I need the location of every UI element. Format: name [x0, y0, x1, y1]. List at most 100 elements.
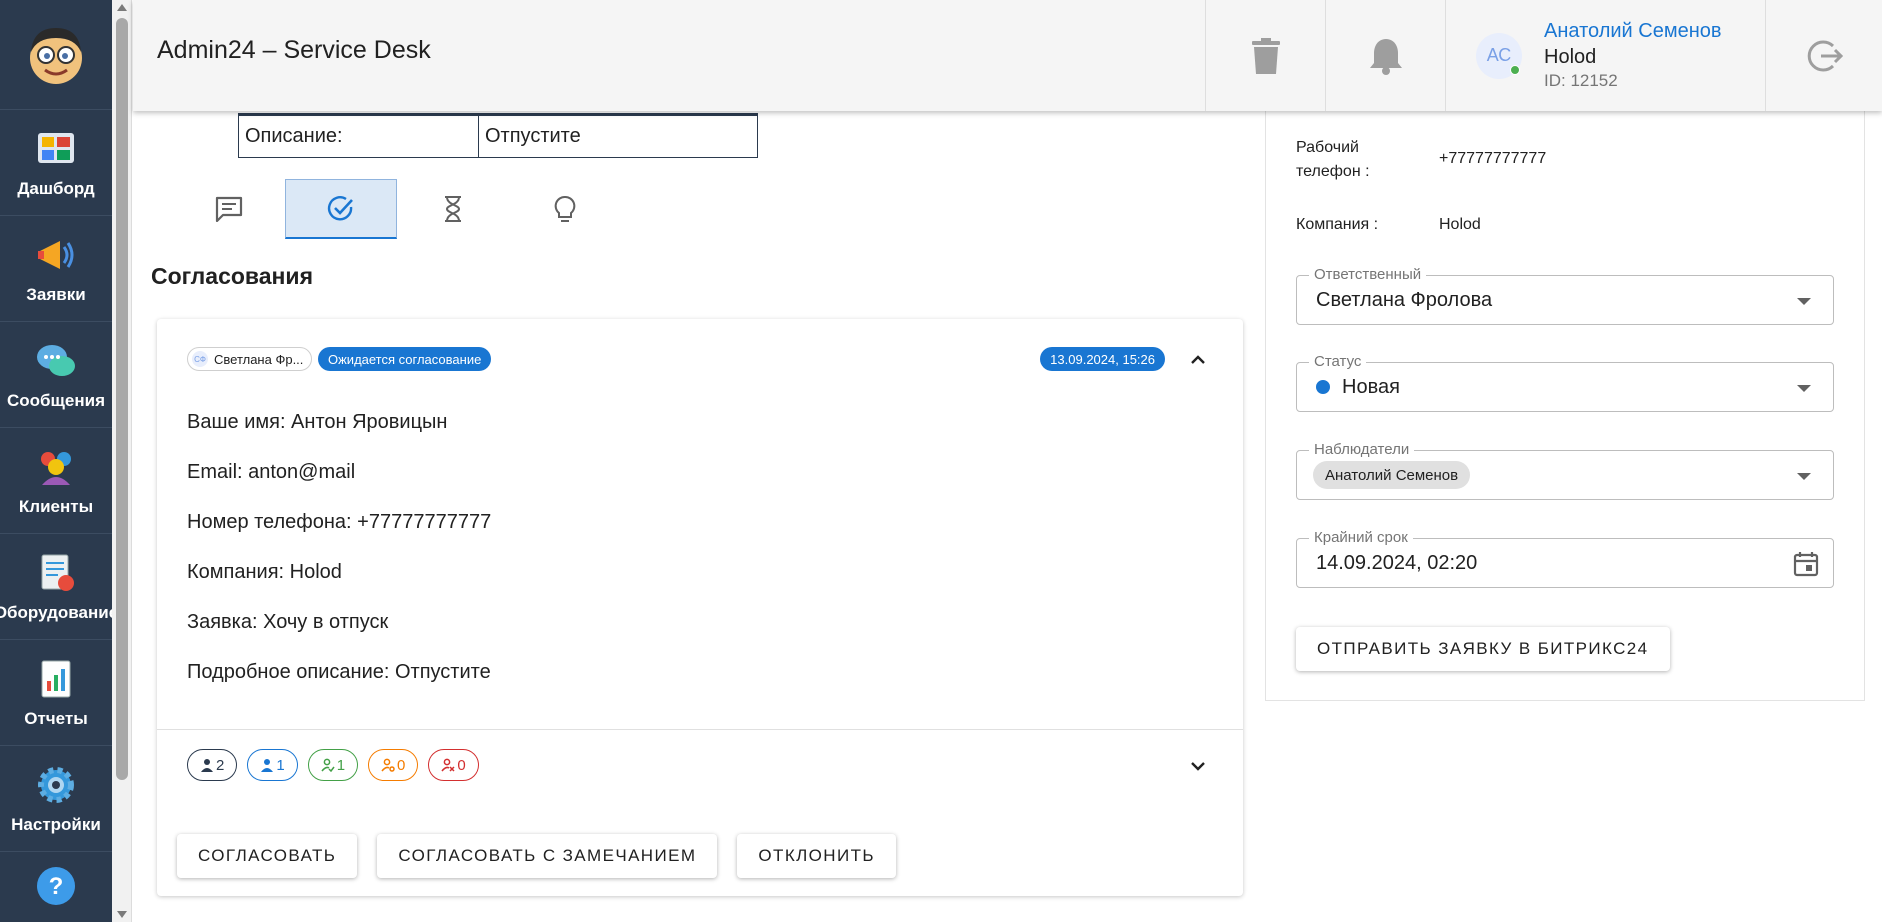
person-approved-icon: [321, 758, 335, 772]
person-icon: [261, 759, 274, 772]
status-value: Новая: [1342, 375, 1400, 398]
counter-pending[interactable]: 1: [247, 749, 298, 781]
reject-button[interactable]: ОТКЛОНИТЬ: [737, 834, 896, 878]
author-name: Светлана Фр...: [214, 351, 304, 367]
counter-approved[interactable]: 1: [307, 749, 359, 781]
equipment-icon: [41, 554, 74, 591]
scroll-up-arrow[interactable]: [117, 4, 127, 11]
person-icon: [201, 759, 213, 772]
sidebar-nav: Дашборд Заявки Сообщения Клиенты Оборудо…: [0, 0, 118, 922]
chevron-down-icon: [1191, 762, 1205, 771]
status-badge: Ожидается согласование: [318, 347, 492, 371]
work-phone-label: Рабочий телефон :: [1296, 139, 1370, 180]
deadline-field[interactable]: Крайний срок 14.09.2024, 02:20: [1296, 529, 1834, 588]
approval-card-header: СФ Светлана Фр... Ожидается согласование…: [187, 345, 1213, 375]
author-chip[interactable]: СФ Светлана Фр...: [187, 347, 313, 371]
nav-label-settings: Настройки: [11, 814, 101, 834]
user-company: Holod: [1544, 46, 1597, 69]
date-badge: 13.09.2024, 15:26: [1040, 347, 1165, 371]
counter-total[interactable]: 2: [187, 749, 238, 781]
hourglass-icon: [445, 196, 461, 222]
send-to-bitrix-button[interactable]: ОТПРАВИТЬ ЗАЯВКУ В БИТРИКС24: [1296, 627, 1670, 671]
counter-value: 2: [216, 756, 225, 774]
tab-ideas[interactable]: [509, 179, 621, 239]
observers-label: Наблюдатели: [1309, 441, 1415, 458]
user-avatar-initials: АС: [1486, 45, 1512, 65]
approval-card: СФ Светлана Фр... Ожидается согласование…: [157, 319, 1243, 896]
work-phone-value: +77777777777: [1439, 150, 1547, 167]
gear-icon: [38, 766, 74, 803]
notifications-button[interactable]: [1325, 0, 1445, 111]
detail-line: Заявка: Хочу в отпуск: [187, 611, 389, 633]
chat-bubbles-icon: [37, 344, 75, 376]
app-logo[interactable]: [0, 0, 112, 110]
chevron-up-icon: [1191, 355, 1205, 364]
approve-with-note-button[interactable]: СОГЛАСОВАТЬ С ЗАМЕЧАНИЕМ: [377, 834, 718, 878]
help-icon: ?: [37, 867, 75, 905]
approver-counters: 2 1 1 0 0: [187, 749, 479, 781]
approval-details: Ваше имя: Антон Яровицын Email: anton@ma…: [187, 411, 491, 711]
tab-comments[interactable]: [173, 179, 285, 239]
nav-label-messages: Сообщения: [7, 390, 105, 410]
dashboard-icon: [38, 132, 74, 163]
nav-item-equipment[interactable]: Оборудование: [0, 534, 118, 640]
comments-icon: [215, 196, 243, 222]
status-label: Статус: [1309, 353, 1367, 370]
logout-button[interactable]: [1765, 0, 1882, 111]
deadline-value: 14.09.2024, 02:20: [1316, 551, 1478, 574]
scroll-down-arrow[interactable]: [117, 911, 127, 918]
company-value: Holod: [1439, 216, 1481, 233]
top-header: Admin24 – Service Desk АС Анатолий Семен…: [133, 0, 1882, 111]
nav-item-help[interactable]: ?: [0, 852, 112, 912]
status-dot: [1316, 380, 1330, 394]
responsible-select[interactable]: Ответственный Светлана Фролова: [1296, 266, 1834, 325]
page-scrollbar[interactable]: [112, 0, 132, 922]
card-divider: [157, 729, 1243, 730]
description-table: Описание: Отпустите: [238, 113, 758, 158]
nav-item-reports[interactable]: Отчеты: [0, 640, 112, 746]
user-avatar: АС: [1476, 32, 1522, 79]
counter-value: 1: [336, 756, 346, 774]
approve-button[interactable]: СОГЛАСОВАТЬ: [177, 834, 358, 878]
observers-select[interactable]: Наблюдатели Анатолий Семенов: [1296, 441, 1834, 500]
collapse-button[interactable]: [1183, 345, 1213, 375]
megaphone-icon: [38, 240, 74, 269]
counter-value: 0: [457, 756, 466, 774]
user-info: Анатолий Семенов Holod ID: 12152: [1544, 18, 1722, 92]
person-note-icon: [381, 758, 395, 772]
svg-text:?: ?: [49, 873, 64, 900]
ticket-tabs: [173, 179, 621, 239]
avatar-logo-icon: [30, 27, 82, 84]
user-name-link[interactable]: Анатолий Семенов: [1544, 18, 1722, 44]
approvals-title: Согласования: [151, 263, 313, 289]
approval-actions: СОГЛАСОВАТЬ СОГЛАСОВАТЬ С ЗАМЕЧАНИЕМ ОТК…: [177, 834, 896, 878]
tab-approvals[interactable]: [285, 179, 397, 239]
lightbulb-icon: [554, 195, 576, 222]
nav-label-tickets: Заявки: [26, 284, 86, 304]
people-icon: [41, 451, 71, 485]
expand-approvers-button[interactable]: [1183, 751, 1213, 781]
nav-item-clients[interactable]: Клиенты: [0, 428, 112, 534]
report-icon: [41, 660, 71, 697]
status-select[interactable]: Статус Новая: [1296, 353, 1834, 412]
counter-rejected[interactable]: 0: [428, 749, 479, 781]
nav-item-dashboard[interactable]: Дашборд: [0, 110, 112, 216]
trash-button[interactable]: [1205, 0, 1325, 111]
user-profile[interactable]: АС Анатолий Семенов Holod ID: 12152: [1445, 0, 1765, 111]
tab-history[interactable]: [397, 179, 509, 239]
user-id: ID: 12152: [1544, 71, 1618, 91]
observer-chip[interactable]: Анатолий Семенов: [1313, 461, 1471, 489]
deadline-label: Крайний срок: [1309, 529, 1413, 546]
detail-line: Email: anton@mail: [187, 461, 356, 483]
counter-with-note[interactable]: 0: [368, 749, 419, 781]
calendar-icon[interactable]: [1793, 551, 1819, 577]
nav-item-messages[interactable]: Сообщения: [0, 322, 112, 428]
counter-value: 0: [397, 756, 406, 774]
responsible-value: Светлана Фролова: [1316, 288, 1493, 311]
description-value: Отпустите: [485, 125, 581, 147]
nav-item-settings[interactable]: Настройки: [0, 746, 112, 852]
dropdown-arrow-icon: [1797, 473, 1811, 480]
scrollbar-thumb[interactable]: [116, 18, 128, 780]
bell-icon: [1369, 38, 1402, 75]
nav-item-tickets[interactable]: Заявки: [0, 216, 112, 322]
